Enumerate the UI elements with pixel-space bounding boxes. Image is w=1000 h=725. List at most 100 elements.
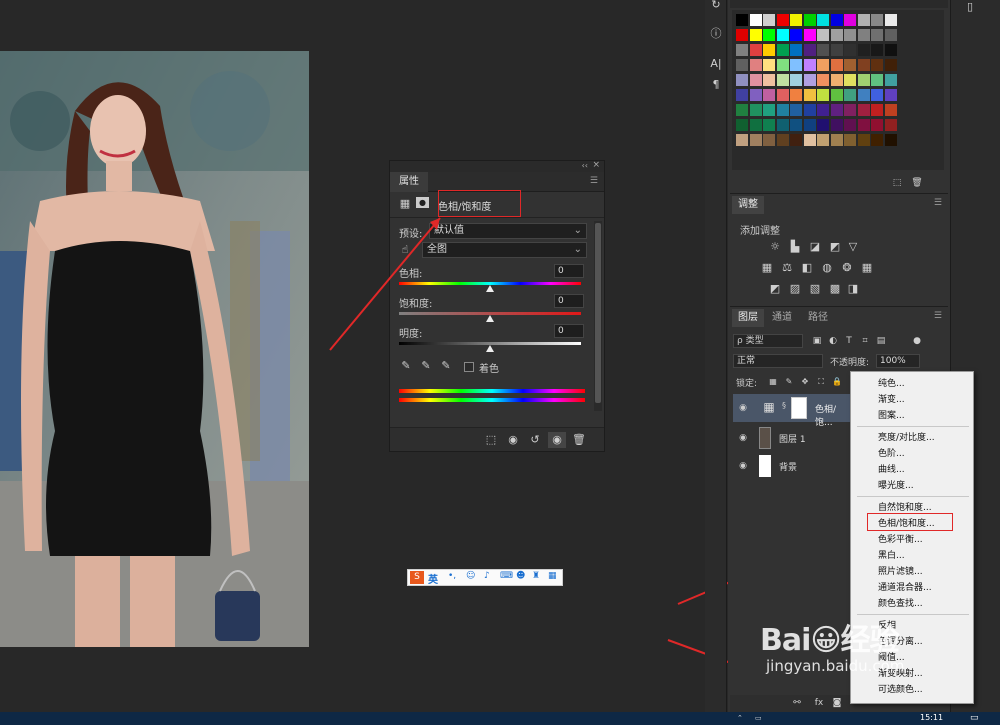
photo-filter-icon[interactable]: ◍ [820,261,834,275]
color-swatch[interactable] [817,29,829,41]
color-swatch[interactable] [776,44,789,56]
microphone-icon[interactable]: ♪ [484,571,490,581]
invert-icon[interactable]: ◩ [768,282,782,296]
color-swatch[interactable] [844,14,856,26]
color-swatch[interactable] [884,14,897,26]
menu-item[interactable]: 通道混合器... [878,581,932,596]
exposure-icon[interactable]: ◩ [828,240,842,254]
color-swatch[interactable] [776,74,789,86]
selective-color-icon[interactable]: ◨ [846,282,860,296]
visibility-eye-icon[interactable]: ◉ [737,402,749,414]
color-swatch[interactable] [830,104,843,116]
color-swatch[interactable] [871,104,883,116]
swatch-grid[interactable] [732,10,944,170]
color-swatch[interactable] [817,59,829,71]
color-swatch[interactable] [871,119,883,131]
color-swatch[interactable] [776,119,789,131]
color-swatch[interactable] [844,59,856,71]
color-swatch[interactable] [749,119,762,131]
color-swatch[interactable] [830,89,843,101]
color-swatch[interactable] [736,44,748,56]
filter-shape-icon[interactable]: ⌗ [858,334,872,348]
layer-filter-select[interactable]: ρ 类型 [733,334,803,348]
lock-artboard-icon[interactable]: ⛶ [814,375,828,389]
color-swatch[interactable] [803,134,816,146]
color-swatch[interactable] [736,74,748,86]
color-swatch[interactable] [830,14,843,26]
color-swatch[interactable] [790,29,802,41]
menu-item[interactable]: 可选颜色... [878,683,923,698]
color-swatch[interactable] [830,74,843,86]
color-swatch[interactable] [763,74,775,86]
brightness-icon[interactable]: ☼ [768,240,782,254]
info-icon[interactable]: ⓘ [709,27,723,41]
color-swatch[interactable] [844,89,856,101]
menu-item[interactable]: 渐变... [878,393,905,408]
tab-paths[interactable]: 路径 [802,309,834,327]
color-swatch[interactable] [790,104,802,116]
punctuation-icon[interactable]: •, [448,571,456,581]
curves-icon[interactable]: ◪ [808,240,822,254]
filter-pixel-icon[interactable]: ▣ [810,334,824,348]
color-swatch[interactable] [749,134,762,146]
menu-item[interactable]: 图案... [878,409,905,424]
color-swatch[interactable] [749,104,762,116]
color-swatch[interactable] [763,44,775,56]
blend-mode-select[interactable]: 正常 [733,354,823,368]
add-mask-icon[interactable]: ◙ [830,696,844,710]
color-swatch[interactable] [776,89,789,101]
layer-row-hue-saturation[interactable]: ◉ ▦ § 色相/饱... [733,394,850,428]
panel-menu-icon[interactable]: ☰ [934,312,942,321]
lock-all-icon[interactable]: 🔒 [830,375,844,389]
user-icon[interactable]: ☻ [516,571,525,581]
color-swatch[interactable] [749,44,762,56]
color-swatch[interactable] [884,104,897,116]
color-swatch[interactable] [736,119,748,131]
color-swatch[interactable] [830,134,843,146]
layer-row-layer1[interactable]: ◉ 图层 1 [733,424,850,452]
color-swatch[interactable] [736,89,748,101]
color-swatch[interactable] [790,14,802,26]
ime-toolbar[interactable]: S 英 •, ☺ ♪ ⌨ ☻ ♜ ▦ [407,569,563,586]
color-swatch[interactable] [803,119,816,131]
color-swatch[interactable] [749,89,762,101]
menu-item[interactable]: 色彩平衡... [878,533,923,548]
color-swatch[interactable] [857,44,870,56]
color-swatch[interactable] [736,59,748,71]
color-swatch[interactable] [884,134,897,146]
menu-item[interactable]: 黑白... [878,549,905,564]
color-swatch[interactable] [749,14,762,26]
color-swatch[interactable] [790,89,802,101]
filter-adjustment-icon[interactable]: ◐ [826,334,840,348]
color-swatch[interactable] [790,74,802,86]
lock-transparent-icon[interactable]: ▦ [766,375,780,389]
color-swatch[interactable] [763,104,775,116]
color-swatch[interactable] [871,44,883,56]
color-swatch[interactable] [871,14,883,26]
layer-mask-thumb[interactable] [791,397,807,419]
menu-item[interactable]: 色阶... [878,447,905,462]
color-swatch[interactable] [763,119,775,131]
color-swatch[interactable] [884,89,897,101]
color-swatch[interactable] [736,14,748,26]
clock[interactable]: 15:11 [920,713,943,722]
color-swatch[interactable] [817,74,829,86]
color-swatch[interactable] [763,59,775,71]
hue-saturation-icon[interactable]: ▦ [760,261,774,275]
paragraph-icon[interactable]: ¶ [709,78,723,92]
color-swatch[interactable] [736,104,748,116]
ime-language[interactable]: 英 [428,571,438,586]
color-swatch[interactable] [871,29,883,41]
color-swatch[interactable] [817,14,829,26]
link-layers-icon[interactable]: ⚯ [790,696,804,710]
color-swatch[interactable] [803,29,816,41]
color-swatch[interactable] [790,119,802,131]
color-swatch[interactable] [736,134,748,146]
color-swatch[interactable] [803,14,816,26]
color-swatch[interactable] [857,59,870,71]
color-swatch[interactable] [817,104,829,116]
fx-icon[interactable]: fx [812,696,826,710]
black-white-icon[interactable]: ◧ [800,261,814,275]
menu-item[interactable]: 曲线... [878,463,905,478]
menu-item[interactable]: 颜色查找... [878,597,923,612]
